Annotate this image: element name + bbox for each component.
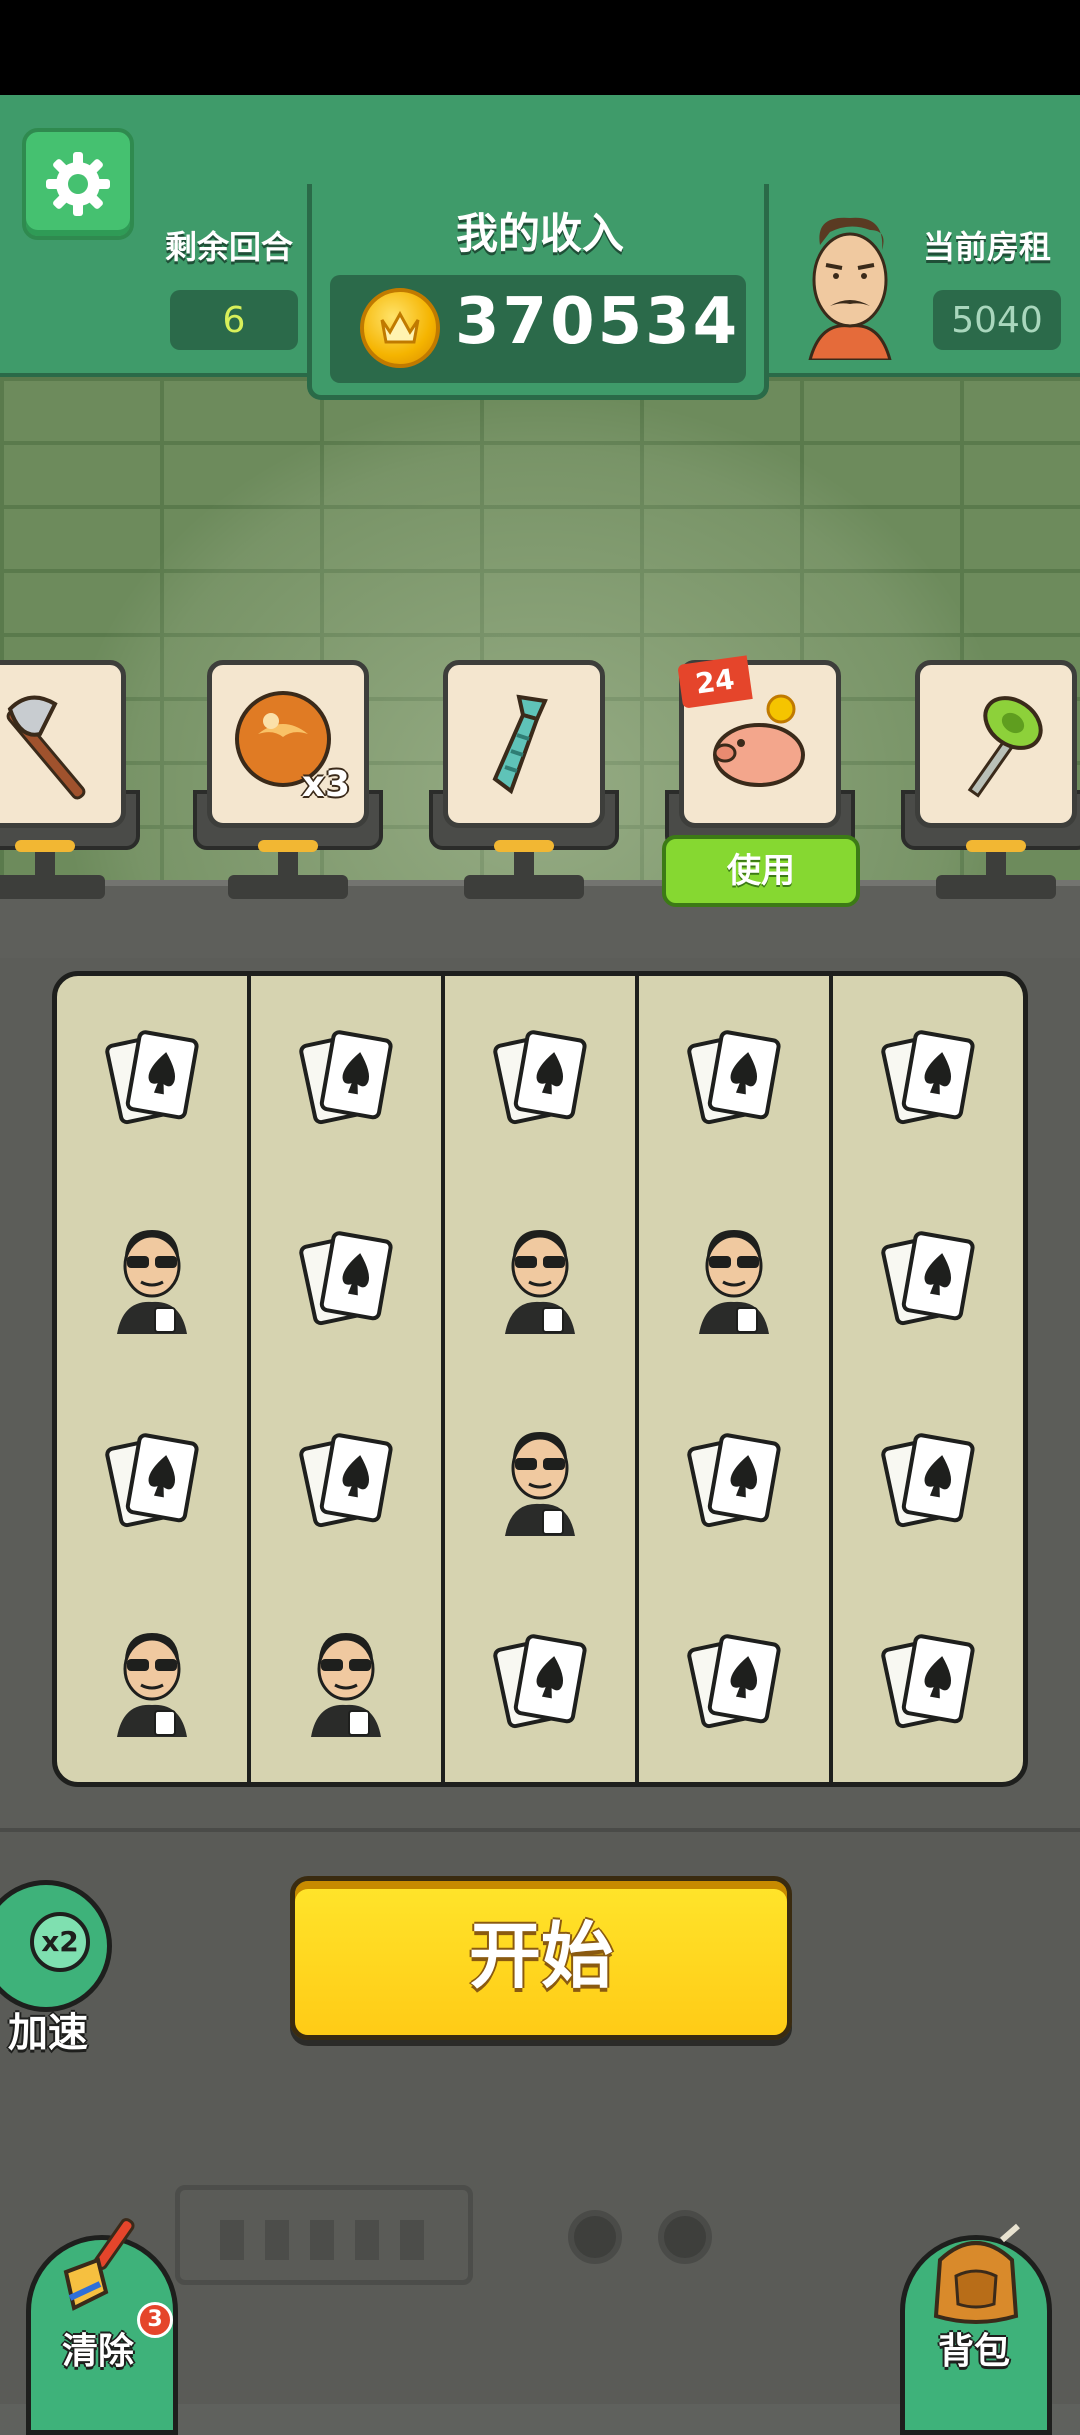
board-cell (639, 1178, 829, 1380)
start-button[interactable]: 开始 (290, 1876, 792, 2040)
axe-icon (6, 695, 86, 800)
tie-icon (492, 694, 548, 795)
item-leg (514, 852, 534, 877)
item-slot-tie[interactable] (429, 660, 619, 900)
item-card-plunger[interactable] (915, 660, 1077, 828)
board-column (445, 976, 639, 1782)
board-cell (639, 1379, 829, 1581)
gangster-icon (97, 1619, 207, 1743)
clear-count-badge: 3 (137, 2302, 173, 2338)
clear-label: 清除 (62, 2331, 135, 2372)
board-cell (445, 1379, 635, 1581)
board-cell (57, 1178, 247, 1380)
board-column (833, 976, 1023, 1782)
gangster-icon (97, 1216, 207, 1340)
item-foot (0, 875, 105, 899)
board-cell (833, 1581, 1023, 1783)
board-cell (251, 1581, 441, 1783)
item-leg (986, 852, 1006, 877)
board-column (639, 976, 833, 1782)
plunger-icon (967, 696, 1043, 798)
board-column (57, 976, 251, 1782)
board-cell (445, 1581, 635, 1783)
rent-value: 5040 (933, 290, 1061, 350)
board-cell (251, 976, 441, 1178)
playing-cards-icon (97, 1020, 207, 1134)
board-cell (445, 1178, 635, 1380)
item-slot-plunger[interactable] (901, 660, 1080, 900)
item-card-tie[interactable] (443, 660, 605, 828)
item-light (966, 840, 1026, 852)
coin-icon (360, 288, 440, 368)
machine-decoration (175, 2185, 473, 2285)
playing-cards-icon (485, 1020, 595, 1134)
backpack-icon (933, 2223, 1020, 2324)
board-cell (57, 976, 247, 1178)
board-cell (833, 1178, 1023, 1380)
use-item-button[interactable]: 使用 (662, 835, 860, 907)
item-leg (35, 852, 55, 877)
speed-label: 加速 (8, 2010, 88, 2056)
playing-cards-icon (291, 1221, 401, 1335)
item-card-bread[interactable]: x3 (207, 660, 369, 828)
status-bar (0, 0, 1080, 95)
playing-cards-icon (873, 1624, 983, 1738)
playing-cards-icon (679, 1020, 789, 1134)
gangster-icon (485, 1216, 595, 1340)
board-cell (445, 976, 635, 1178)
board-column (251, 976, 445, 1782)
item-multiplier: x3 (301, 764, 350, 805)
item-slot-bread[interactable]: x3 (193, 660, 383, 900)
income-title: 我的收入 (455, 209, 624, 258)
board-cell (833, 976, 1023, 1178)
item-slot-axe[interactable] (0, 660, 140, 900)
board-cell (57, 1581, 247, 1783)
item-light (15, 840, 75, 852)
knob-decoration (658, 2210, 712, 2264)
backpack-label: 背包 (938, 2331, 1011, 2372)
board-cell (639, 976, 829, 1178)
gangster-icon (485, 1418, 595, 1542)
playing-cards-icon (873, 1221, 983, 1335)
playing-cards-icon (291, 1020, 401, 1134)
rounds-value: 6 (170, 290, 298, 350)
playing-cards-icon (97, 1423, 207, 1537)
item-leg (278, 852, 298, 877)
playing-cards-icon (291, 1423, 401, 1537)
rent-label: 当前房租 (923, 228, 1052, 266)
speed-multiplier: x2 (30, 1912, 90, 1972)
playing-cards-icon (873, 1020, 983, 1134)
item-light (258, 840, 318, 852)
playing-cards-icon (873, 1423, 983, 1537)
item-foot (464, 875, 584, 899)
item-light (494, 840, 554, 852)
playing-cards-icon (485, 1624, 595, 1738)
board-cell (251, 1178, 441, 1380)
knob-decoration (568, 2210, 622, 2264)
playing-cards-icon (679, 1624, 789, 1738)
broom-icon (63, 2218, 135, 2311)
item-card-axe[interactable] (0, 660, 126, 828)
playing-cards-icon (679, 1423, 789, 1537)
slot-board (52, 971, 1028, 1787)
board-cell (833, 1379, 1023, 1581)
board-cell (251, 1379, 441, 1581)
income-value: 370534 (455, 285, 741, 359)
item-foot (936, 875, 1056, 899)
board-cell (57, 1379, 247, 1581)
item-foot (228, 875, 348, 899)
board-cell (639, 1581, 829, 1783)
gangster-icon (679, 1216, 789, 1340)
landlord-avatar (808, 217, 892, 360)
gangster-icon (291, 1619, 401, 1743)
